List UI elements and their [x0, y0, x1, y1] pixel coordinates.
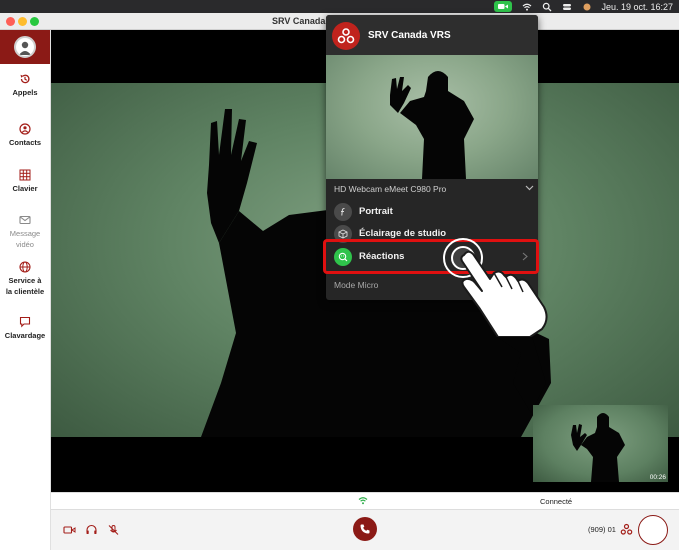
srv-logo-icon — [620, 523, 633, 535]
sidebar: Appels Contacts Clavier Message vidéo Se… — [0, 30, 51, 550]
mic-muted-icon[interactable] — [107, 524, 120, 536]
portrait-f-icon — [334, 202, 352, 221]
keypad-icon — [19, 169, 31, 181]
self-silhouette — [571, 413, 625, 482]
zoom-window-button[interactable] — [30, 17, 39, 26]
phone-icon — [360, 524, 370, 534]
menu-item-label: Éclairage de studio — [359, 228, 447, 239]
sidebar-item-service-clientele[interactable]: Service à la clientèle — [0, 261, 50, 297]
pointing-hand-icon — [460, 250, 548, 337]
chevron-down-icon — [525, 185, 534, 191]
avatar-area[interactable] — [0, 30, 50, 64]
control-center-icon[interactable] — [561, 1, 572, 12]
history-icon — [20, 74, 30, 84]
sidebar-item-label: Contacts — [8, 138, 42, 147]
macos-menubar: Jeu. 19 oct. 16:27 — [0, 0, 679, 13]
siri-icon[interactable] — [581, 1, 592, 12]
sidebar-item-label-line2: vidéo — [16, 240, 34, 249]
sidebar-item-label-line1: Message — [9, 229, 41, 238]
srv-logo-icon — [337, 28, 355, 44]
sidebar-item-label: Clavier — [12, 184, 38, 193]
video-camera-icon[interactable] — [63, 524, 76, 536]
phone-number: (909) 01 — [588, 525, 616, 534]
connection-status: Connecté — [540, 497, 573, 506]
camera-selector[interactable]: HD Webcam eMeet C980 Pro — [334, 184, 534, 194]
search-icon[interactable] — [541, 1, 552, 12]
wifi-icon[interactable] — [521, 1, 532, 12]
minimize-window-button[interactable] — [18, 17, 27, 26]
sidebar-item-contacts[interactable]: Contacts — [0, 123, 50, 148]
close-window-button[interactable] — [6, 17, 15, 26]
sidebar-item-appels[interactable]: Appels — [0, 73, 50, 98]
sidebar-item-clavardage[interactable]: Clavardage — [0, 316, 50, 341]
mode-micro-section[interactable]: Mode Micro — [334, 280, 378, 290]
camera-preview — [326, 55, 538, 179]
status-strip: Connecté — [51, 492, 679, 509]
menubar-datetime[interactable]: Jeu. 19 oct. 16:27 — [601, 2, 673, 12]
self-view-toggle-button[interactable] — [638, 515, 668, 545]
call-timer: 00:26 — [649, 474, 666, 481]
hang-up-button[interactable] — [353, 517, 377, 541]
mail-icon — [19, 215, 31, 225]
sidebar-item-label: Appels — [12, 88, 38, 97]
camera-active-icon[interactable] — [494, 1, 513, 12]
sidebar-item-label-line1: Service à — [8, 276, 42, 285]
sidebar-item-message-video[interactable]: Message vidéo — [0, 214, 50, 250]
preview-silhouette — [390, 71, 474, 179]
globe-icon — [19, 261, 31, 273]
call-controls-bar: (909) 01 — [51, 509, 679, 550]
menu-item-portrait[interactable]: Portrait — [334, 202, 530, 221]
srv-logo — [332, 22, 360, 50]
sidebar-item-label-line2: la clientèle — [5, 287, 45, 296]
contacts-icon — [19, 123, 31, 135]
headset-icon[interactable] — [85, 524, 98, 536]
camera-name: HD Webcam eMeet C980 Pro — [334, 184, 447, 194]
self-view-video[interactable]: 00:26 — [533, 405, 668, 482]
sidebar-item-clavier[interactable]: Clavier — [0, 169, 50, 194]
user-icon — [19, 41, 31, 55]
popup-header: SRV Canada VRS — [326, 15, 538, 55]
avatar[interactable] — [14, 36, 36, 58]
popup-title: SRV Canada VRS — [368, 30, 451, 41]
connection-icon — [358, 497, 368, 505]
menu-item-label: Portrait — [359, 206, 393, 217]
sidebar-item-label: Clavardage — [4, 331, 46, 340]
chat-icon — [19, 316, 31, 328]
